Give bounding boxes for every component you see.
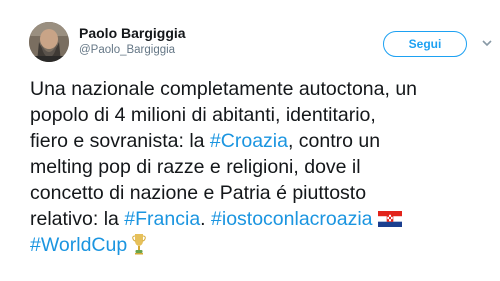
tweet-text-segment: relativo: la bbox=[30, 208, 125, 230]
avatar[interactable] bbox=[29, 22, 69, 62]
tweet-line: #WorldCup bbox=[30, 232, 498, 258]
tweet-line: fiero e sovranista: la #Croazia, contro … bbox=[30, 128, 498, 154]
tweet-text-segment: fiero e sovranista: la bbox=[30, 130, 210, 152]
croatia-flag-icon bbox=[377, 211, 402, 227]
follow-button[interactable]: Segui bbox=[383, 31, 467, 57]
tweet-line: popolo di 4 milioni di abitanti, identit… bbox=[30, 102, 498, 128]
tweet-line: melting pop di razze e religioni, dove i… bbox=[30, 154, 498, 180]
tweet-text-segment: , contro un bbox=[287, 130, 381, 152]
tweet-text: Una nazionale completamente autoctona, u… bbox=[30, 76, 498, 258]
hashtag-croazia[interactable]: #Croazia bbox=[210, 130, 288, 152]
avatar-photo bbox=[29, 22, 69, 62]
tweet-line: relativo: la #Francia. #iostoconlacroazi… bbox=[30, 206, 498, 232]
tweet-text-segment: melting pop di razze e religioni, dove i… bbox=[30, 156, 361, 178]
tweet-text-segment: . bbox=[200, 208, 212, 230]
tweet-line: Una nazionale completamente autoctona, u… bbox=[30, 76, 498, 102]
tweet-text-segment: Una nazionale completamente autoctona, u… bbox=[30, 78, 418, 100]
hashtag-iostoconlacroazia[interactable]: #iostoconlacroazia bbox=[211, 208, 373, 230]
trophy-icon bbox=[132, 234, 146, 255]
chevron-down-icon[interactable] bbox=[481, 38, 493, 48]
hashtag-francia[interactable]: #Francia bbox=[124, 208, 200, 230]
tweet-text-segment: popolo di 4 milioni di abitanti, identit… bbox=[30, 104, 376, 126]
user-display-name[interactable]: Paolo Bargiggia bbox=[79, 25, 186, 41]
tweet-line: concetto di nazione e Patria é piuttosto bbox=[30, 180, 498, 206]
user-handle[interactable]: @Paolo_Bargiggia bbox=[79, 44, 175, 56]
tweet-text-segment: concetto di nazione e Patria é piuttosto bbox=[30, 182, 367, 204]
hashtag-worldcup[interactable]: #WorldCup bbox=[30, 234, 127, 256]
